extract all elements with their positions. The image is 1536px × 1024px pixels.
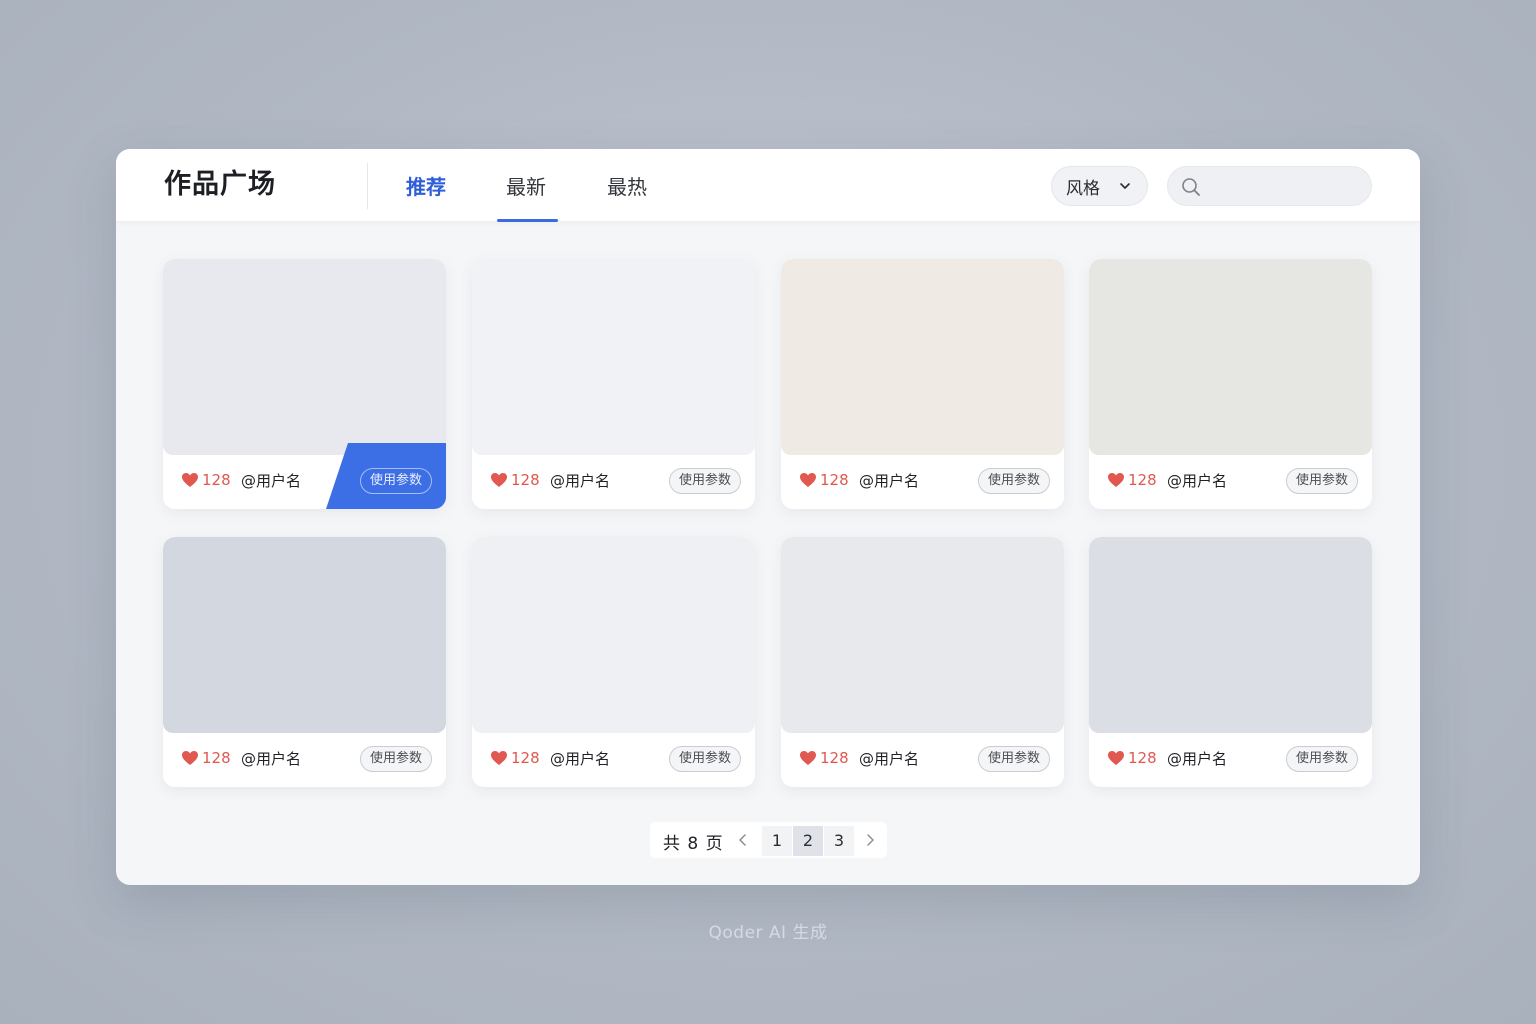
chevron-down-icon: [1120, 183, 1130, 189]
artwork-thumbnail[interactable]: [163, 537, 446, 733]
pagination: 共 8 页 1 2 3: [650, 822, 887, 858]
like-count-value: 128: [820, 471, 849, 489]
use-params-button[interactable]: 使用参数: [359, 468, 432, 494]
author-username[interactable]: @用户名: [859, 471, 919, 491]
heart-icon: [491, 473, 507, 487]
pagination-total: 共 8 页: [663, 834, 724, 854]
like-count-value: 128: [820, 749, 849, 767]
artwork-card[interactable]: 128 @用户名 使用参数: [472, 537, 755, 787]
like-count[interactable]: 128: [490, 749, 540, 767]
like-count[interactable]: 128: [490, 471, 540, 489]
like-count-value: 128: [202, 749, 231, 767]
like-count[interactable]: 128: [1107, 749, 1157, 767]
like-count[interactable]: 128: [1107, 471, 1157, 489]
heart-icon: [1108, 473, 1124, 487]
page-title: 作品广场: [164, 169, 276, 200]
use-params-button[interactable]: 使用参数: [668, 468, 741, 494]
like-count[interactable]: 128: [181, 749, 231, 767]
artwork-card[interactable]: 128 @用户名 使用参数: [1089, 259, 1372, 509]
search-input[interactable]: [1210, 167, 1365, 205]
search-icon: [1182, 178, 1200, 196]
top-bar: 作品广场 推荐 最新 最热 风格: [116, 149, 1420, 222]
tab-hottest[interactable]: 最热: [607, 173, 647, 201]
author-username[interactable]: @用户名: [550, 749, 610, 769]
artwork-card[interactable]: 128 @用户名 使用参数: [472, 259, 755, 509]
use-params-button[interactable]: 使用参数: [359, 746, 432, 772]
search-box[interactable]: [1167, 166, 1372, 206]
author-username[interactable]: @用户名: [1167, 749, 1227, 769]
like-count-value: 128: [511, 471, 540, 489]
like-count[interactable]: 128: [799, 749, 849, 767]
author-username[interactable]: @用户名: [241, 749, 301, 769]
like-count-value: 128: [1128, 749, 1157, 767]
like-count-value: 128: [1128, 471, 1157, 489]
heart-icon: [491, 751, 507, 765]
author-username[interactable]: @用户名: [550, 471, 610, 491]
artwork-card[interactable]: 128 @用户名 使用参数: [1089, 537, 1372, 787]
use-params-button[interactable]: 使用参数: [977, 746, 1050, 772]
style-filter-dropdown[interactable]: 风格: [1051, 166, 1148, 206]
chevron-right-icon[interactable]: [864, 833, 876, 847]
artwork-card[interactable]: 128 @用户名 使用参数: [163, 259, 446, 509]
like-count-value: 128: [202, 471, 231, 489]
heart-icon: [182, 473, 198, 487]
author-username[interactable]: @用户名: [859, 749, 919, 769]
heart-icon: [800, 473, 816, 487]
style-filter-label: 风格: [1066, 178, 1100, 199]
tab-underline: [497, 219, 558, 222]
use-params-button[interactable]: 使用参数: [1285, 468, 1358, 494]
heart-icon: [1108, 751, 1124, 765]
artwork-thumbnail[interactable]: [472, 259, 755, 455]
gallery-window: 作品广场 推荐 最新 最热 风格 128 @用户名 使用参数 128 @用户名 使用参数 1…: [116, 149, 1420, 885]
artwork-thumbnail[interactable]: [472, 537, 755, 733]
artwork-thumbnail[interactable]: [163, 259, 446, 455]
page-button-2[interactable]: 2: [793, 826, 823, 856]
use-params-button[interactable]: 使用参数: [977, 468, 1050, 494]
tab-latest[interactable]: 最新: [506, 173, 546, 201]
like-count[interactable]: 128: [799, 471, 849, 489]
artwork-thumbnail[interactable]: [781, 537, 1064, 733]
footer-note: Qoder AI 生成: [708, 923, 828, 943]
like-count-value: 128: [511, 749, 540, 767]
use-params-button[interactable]: 使用参数: [1285, 746, 1358, 772]
page-button-1[interactable]: 1: [762, 826, 792, 856]
artwork-thumbnail[interactable]: [1089, 259, 1372, 455]
artwork-card[interactable]: 128 @用户名 使用参数: [163, 537, 446, 787]
header-divider: [367, 163, 368, 209]
heart-icon: [800, 751, 816, 765]
like-count[interactable]: 128: [181, 471, 231, 489]
artwork-card[interactable]: 128 @用户名 使用参数: [781, 537, 1064, 787]
chevron-left-icon[interactable]: [737, 833, 749, 847]
author-username[interactable]: @用户名: [1167, 471, 1227, 491]
author-username[interactable]: @用户名: [241, 471, 301, 491]
artwork-card[interactable]: 128 @用户名 使用参数: [781, 259, 1064, 509]
tab-recommended[interactable]: 推荐: [406, 173, 446, 201]
use-params-button[interactable]: 使用参数: [668, 746, 741, 772]
artwork-thumbnail[interactable]: [1089, 537, 1372, 733]
artwork-thumbnail[interactable]: [781, 259, 1064, 455]
heart-icon: [182, 751, 198, 765]
page-button-3[interactable]: 3: [824, 826, 854, 856]
